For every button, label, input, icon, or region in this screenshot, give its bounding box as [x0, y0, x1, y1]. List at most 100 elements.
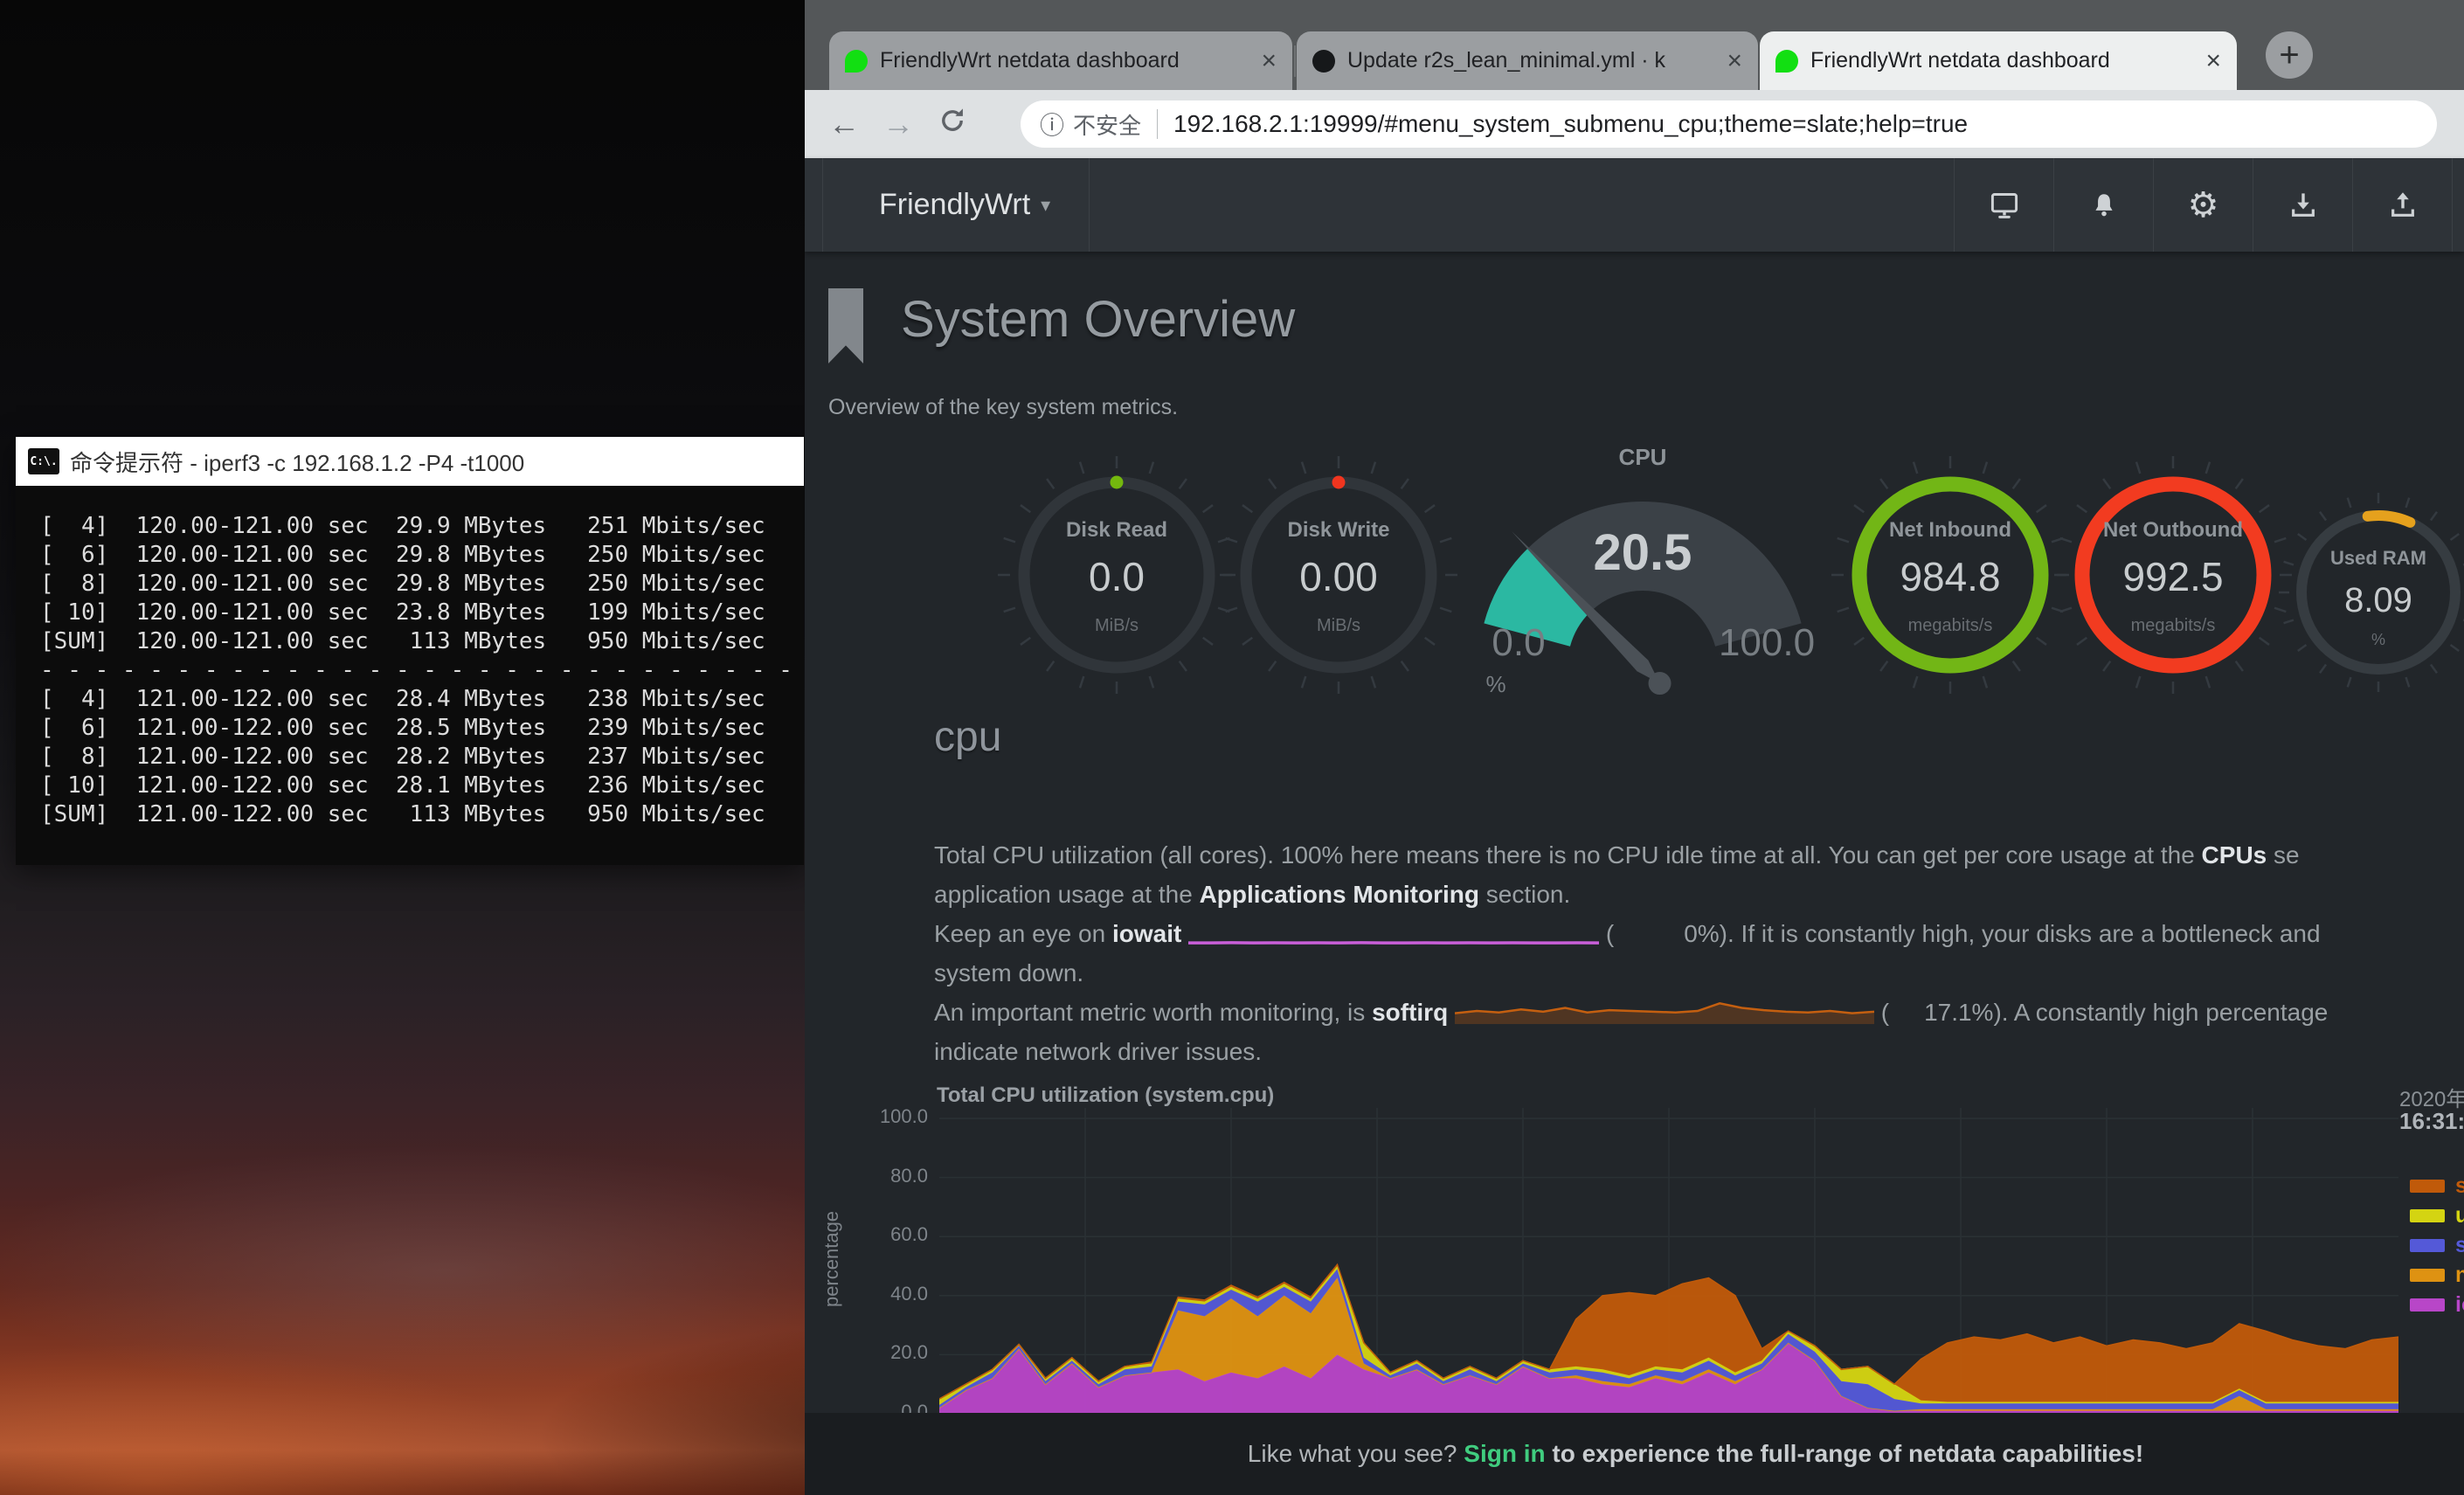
svg-text:CPU: CPU — [1619, 444, 1667, 470]
legend-item-softirq[interactable]: softirq — [2410, 1171, 2464, 1201]
signin-link[interactable]: Sign in — [1464, 1440, 1545, 1468]
svg-text:100.0: 100.0 — [1719, 621, 1815, 664]
terminal-line: [SUM] 120.00-121.00 sec 113 MBytes 950 M… — [40, 627, 804, 656]
terminal-window[interactable]: C:\. 命令提示符 - iperf3 -c 192.168.1.2 -P4 -… — [16, 437, 804, 865]
terminal-line: [ 8] 120.00-121.00 sec 29.8 MBytes 250 M… — [40, 570, 804, 599]
terminal-line: [ 6] 121.00-122.00 sec 28.5 MBytes 239 M… — [40, 714, 804, 743]
legend-item-iowait[interactable]: iowait — [2410, 1290, 2464, 1319]
close-icon[interactable]: × — [1261, 48, 1277, 74]
description-text: ( — [1874, 999, 1889, 1026]
legend-item-system[interactable]: system — [2410, 1230, 2464, 1260]
description-text: indicate network driver issues. — [934, 1038, 1262, 1065]
svg-text:0.0: 0.0 — [1089, 554, 1145, 599]
terminal-title-bar[interactable]: C:\. 命令提示符 - iperf3 -c 192.168.1.2 -P4 -… — [16, 437, 804, 486]
gauge-net-inbound[interactable]: Net Inbound984.8megabits/s — [1828, 453, 2073, 702]
chart-time: 16:31:2 — [2399, 1108, 2464, 1135]
terminal-line: [ 4] 120.00-121.00 sec 29.9 MBytes 251 M… — [40, 512, 804, 541]
svg-text:Disk Write: Disk Write — [1288, 518, 1390, 542]
settings-button[interactable]: ⚙ — [2153, 158, 2253, 252]
terminal-line: - - - - - - - - - - - - - - - - - - - - … — [40, 656, 804, 685]
back-button[interactable]: ← — [817, 106, 871, 142]
legend-swatch — [2410, 1298, 2445, 1312]
bookmark-icon — [828, 288, 863, 363]
forward-button[interactable]: → — [871, 106, 925, 142]
url-text[interactable]: 192.168.2.1:19999/#menu_system_submenu_c… — [1173, 110, 1968, 138]
signin-suffix: to experience the full-range of netdata … — [1546, 1440, 2144, 1468]
description-text: 0%). If it is constantly high, your disk… — [1684, 920, 2320, 947]
signin-prefix: Like what you see? — [1248, 1440, 1464, 1468]
svg-text:0.0: 0.0 — [1492, 621, 1545, 664]
terminal-line: [ 6] 120.00-121.00 sec 29.8 MBytes 250 M… — [40, 541, 804, 570]
tab-github-update[interactable]: Update r2s_lean_minimal.yml · k × — [1297, 31, 1758, 90]
description-text — [1448, 999, 1455, 1026]
new-tab-button[interactable]: + — [2266, 31, 2313, 79]
cpu-utilization-chart[interactable] — [939, 1108, 2398, 1415]
link-softirq[interactable]: softirq — [1372, 999, 1448, 1026]
page-subtitle: Overview of the key system metrics. — [828, 395, 1178, 420]
svg-text:20.5: 20.5 — [1594, 524, 1692, 581]
security-label: 不安全 — [1073, 108, 1141, 141]
chart-legend: softirq usersystem nice iowait — [2410, 1171, 2464, 1319]
description-text: section. — [1479, 881, 1570, 908]
info-icon[interactable]: ⓘ — [1040, 107, 1064, 142]
chevron-down-icon: ▾ — [1041, 194, 1050, 217]
description-line: An important metric worth monitoring, is… — [934, 993, 2464, 1032]
terminal-line: [ 8] 121.00-122.00 sec 28.2 MBytes 237 M… — [40, 743, 804, 772]
description-text: application usage at the — [934, 881, 1200, 908]
netdata-navbar: FriendlyWrt ▾ ⚙ — [805, 158, 2464, 252]
link-cpus[interactable]: CPUs — [2202, 841, 2267, 869]
legend-item-user[interactable]: user — [2410, 1201, 2464, 1230]
terminal-line: [ 10] 121.00-122.00 sec 28.1 MBytes 236 … — [40, 772, 804, 800]
gauge-net-outbound[interactable]: Net Outbound992.5megabits/s — [2051, 453, 2295, 702]
description-line: Keep an eye on iowait (0%). If it is con… — [934, 914, 2464, 953]
description-line: application usage at the Applications Mo… — [934, 875, 2464, 914]
y-axis-label: percentage — [820, 1172, 843, 1346]
alarms-button[interactable] — [2053, 158, 2153, 252]
legend-swatch — [2410, 1239, 2445, 1252]
terminal-line: [SUM] 121.00-122.00 sec 113 MBytes 950 M… — [40, 800, 804, 829]
reload-button[interactable] — [925, 106, 979, 143]
link-iowait[interactable]: iowait — [1112, 920, 1181, 947]
legend-label: softirq — [2455, 1173, 2464, 1199]
page-title: System Overview — [901, 290, 1295, 349]
legend-label: user — [2455, 1203, 2464, 1229]
url-bar[interactable]: ⓘ 不安全 192.168.2.1:19999/#menu_system_sub… — [1021, 100, 2437, 148]
close-icon[interactable]: × — [1727, 48, 1742, 74]
upload-icon — [2388, 190, 2418, 220]
legend-swatch — [2410, 1209, 2445, 1222]
host-dropdown[interactable]: FriendlyWrt ▾ — [822, 158, 1090, 252]
gauge-cpu[interactable]: CPU 20.5 0.0 100.0% — [1468, 437, 1817, 712]
legend-item-nice[interactable]: nice — [2410, 1260, 2464, 1290]
legend-label: nice — [2455, 1263, 2464, 1288]
tab-divider — [1294, 45, 1296, 77]
cpu-section-heading: cpu — [934, 713, 1001, 761]
svg-text:992.5: 992.5 — [2122, 554, 2223, 599]
description-line: indicate network driver issues. — [934, 1032, 2464, 1071]
svg-text:984.8: 984.8 — [1900, 554, 2000, 599]
description-line: system down. — [934, 953, 2464, 993]
close-icon[interactable]: × — [2205, 48, 2221, 74]
import-button[interactable] — [2352, 158, 2453, 252]
terminal-line: [ 10] 120.00-121.00 sec 23.8 MBytes 199 … — [40, 599, 804, 627]
gauge-used-ram[interactable]: Used RAM8.09% — [2274, 488, 2464, 702]
chart-title: Total CPU utilization (system.cpu) — [937, 1083, 1274, 1108]
netdata-favicon — [1775, 50, 1798, 73]
gauge-disk-read[interactable]: Disk Read0.0MiB/s — [994, 453, 1239, 702]
export-button[interactable] — [2253, 158, 2352, 252]
tab-netdata-dashboard-active[interactable]: FriendlyWrt netdata dashboard × — [1760, 31, 2237, 90]
monitor-button[interactable] — [1954, 158, 2053, 252]
svg-text:%: % — [1485, 671, 1505, 697]
description-text: 17.1%). A constantly high percentage — [1924, 999, 2328, 1026]
description-text: Keep an eye on — [934, 920, 1112, 947]
terminal-title: 命令提示符 - iperf3 -c 192.168.1.2 -P4 -t1000 — [70, 446, 524, 478]
gauge-disk-write[interactable]: Disk Write0.00MiB/s — [1216, 453, 1461, 702]
description-text — [1181, 920, 1188, 947]
link-applications-monitoring[interactable]: Applications Monitoring — [1200, 881, 1479, 908]
bell-icon — [2090, 191, 2118, 219]
svg-text:Net Outbound: Net Outbound — [2103, 518, 2243, 542]
tab-netdata-dashboard-1[interactable]: FriendlyWrt netdata dashboard × — [829, 31, 1292, 90]
svg-text:Disk Read: Disk Read — [1066, 518, 1167, 542]
tab-strip: FriendlyWrt netdata dashboard × Update r… — [805, 0, 2464, 90]
host-name: FriendlyWrt — [879, 188, 1030, 222]
y-tick-label: 100.0 — [823, 1105, 928, 1128]
